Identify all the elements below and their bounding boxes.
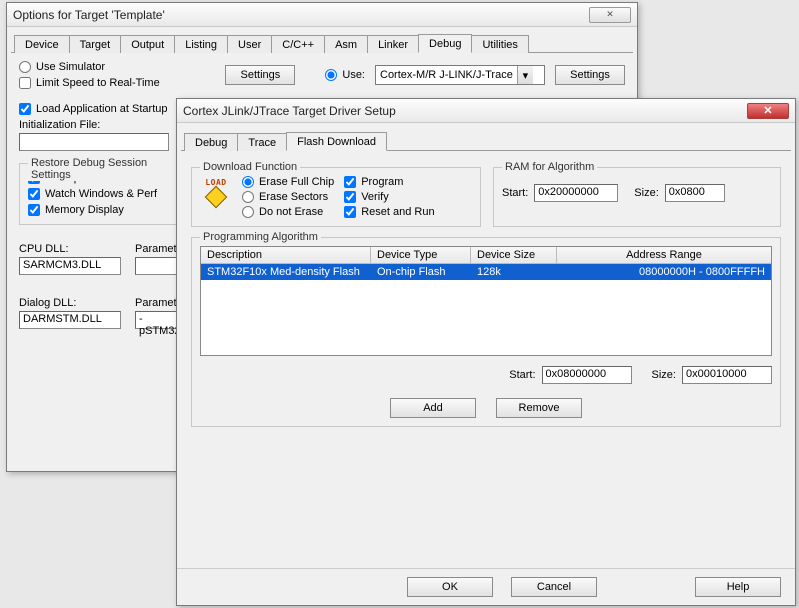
cpu-dll-label: CPU DLL:	[19, 243, 121, 255]
program-check[interactable]: Program	[344, 176, 434, 188]
options-titlebar: Options for Target 'Template' ✕	[7, 3, 637, 27]
program-label: Program	[361, 176, 403, 188]
use-simulator-radio[interactable]: Use Simulator	[19, 61, 215, 73]
init-file-input[interactable]	[19, 133, 169, 151]
prog-start-input[interactable]: 0x08000000	[542, 366, 632, 384]
ram-size-value: 0x0800	[669, 186, 705, 198]
prog-start-value: 0x08000000	[546, 368, 607, 380]
erase-full-radio[interactable]: Erase Full Chip	[242, 176, 334, 188]
col-addrrange[interactable]: Address Range	[557, 247, 771, 263]
download-function-label: Download Function	[200, 161, 300, 173]
ram-group: RAM for Algorithm Start: 0x20000000 Size…	[493, 167, 781, 227]
use-label: Use:	[342, 69, 365, 81]
cell-description: STM32F10x Med-density Flash	[201, 264, 371, 280]
do-not-erase-radio[interactable]: Do not Erase	[242, 206, 334, 218]
ram-size-label: Size:	[634, 187, 658, 199]
col-devtype[interactable]: Device Type	[371, 247, 471, 263]
options-close-button[interactable]: ✕	[589, 7, 631, 23]
tab-ccpp[interactable]: C/C++	[271, 35, 325, 53]
dialog-dll-value: DARMSTM.DLL	[23, 313, 102, 325]
tab-target[interactable]: Target	[69, 35, 122, 53]
prog-size-value: 0x00010000	[686, 368, 747, 380]
restore-group: Restore Debug Session Settings Breakpoin…	[19, 163, 179, 225]
jtab-trace[interactable]: Trace	[237, 133, 287, 151]
tab-output[interactable]: Output	[120, 35, 175, 53]
remove-button[interactable]: Remove	[496, 398, 582, 418]
help-button[interactable]: Help	[695, 577, 781, 597]
limit-speed-label: Limit Speed to Real-Time	[36, 77, 160, 89]
dialog-dll-input[interactable]: DARMSTM.DLL	[19, 311, 121, 329]
reset-run-label: Reset and Run	[361, 206, 434, 218]
jtab-debug[interactable]: Debug	[184, 133, 238, 151]
sim-settings-button[interactable]: Settings	[225, 65, 295, 85]
do-not-erase-label: Do not Erase	[259, 206, 323, 218]
cpu-dll-value: SARMCM3.DLL	[23, 259, 101, 271]
memory-display-label: Memory Display	[45, 204, 124, 216]
cancel-button[interactable]: Cancel	[511, 577, 597, 597]
tab-user[interactable]: User	[227, 35, 272, 53]
prog-label: Programming Algorithm	[200, 231, 321, 243]
col-description[interactable]: Description	[201, 247, 371, 263]
jlink-titlebar: Cortex JLink/JTrace Target Driver Setup …	[177, 99, 795, 123]
tab-device[interactable]: Device	[14, 35, 70, 53]
erase-sectors-label: Erase Sectors	[259, 191, 328, 203]
target-driver-value: Cortex-M/R J-LINK/J-Trace	[376, 69, 517, 81]
limit-speed-check[interactable]: Limit Speed to Real-Time	[19, 77, 215, 89]
ok-button[interactable]: OK	[407, 577, 493, 597]
tab-asm[interactable]: Asm	[324, 35, 368, 53]
tab-debug[interactable]: Debug	[418, 34, 472, 53]
watch-windows-label: Watch Windows & Perf	[45, 188, 157, 200]
load-application-label: Load Application at Startup	[36, 103, 167, 115]
options-title: Options for Target 'Template'	[13, 8, 165, 22]
target-driver-combo[interactable]: Cortex-M/R J-LINK/J-Trace ▾	[375, 65, 545, 85]
memory-display-check[interactable]: Memory Display	[28, 204, 170, 216]
cpu-dll-input[interactable]: SARMCM3.DLL	[19, 257, 121, 275]
verify-label: Verify	[361, 191, 389, 203]
verify-check[interactable]: Verify	[344, 191, 434, 203]
cell-addrrange: 08000000H - 0800FFFFH	[557, 264, 771, 280]
restore-group-label: Restore Debug Session Settings	[28, 157, 178, 181]
target-settings-button[interactable]: Settings	[555, 65, 625, 85]
prog-start-label: Start:	[509, 369, 535, 381]
jlink-title: Cortex JLink/JTrace Target Driver Setup	[183, 104, 396, 118]
jlink-tabs: Debug Trace Flash Download	[181, 129, 791, 151]
cell-devsize: 128k	[471, 264, 557, 280]
watch-windows-check[interactable]: Watch Windows & Perf	[28, 188, 170, 200]
chevron-down-icon: ▾	[517, 66, 533, 84]
tab-utilities[interactable]: Utilities	[471, 35, 528, 53]
reset-run-check[interactable]: Reset and Run	[344, 206, 434, 218]
prog-size-input[interactable]: 0x00010000	[682, 366, 772, 384]
prog-table[interactable]: Description Device Type Device Size Addr…	[200, 246, 772, 356]
table-row[interactable]: STM32F10x Med-density Flash On-chip Flas…	[201, 264, 771, 280]
prog-table-header: Description Device Type Device Size Addr…	[201, 247, 771, 264]
ram-label: RAM for Algorithm	[502, 161, 597, 173]
jtab-flashdownload[interactable]: Flash Download	[286, 132, 387, 151]
tab-listing[interactable]: Listing	[174, 35, 228, 53]
erase-full-label: Erase Full Chip	[259, 176, 334, 188]
ram-start-value: 0x20000000	[538, 186, 599, 198]
erase-sectors-radio[interactable]: Erase Sectors	[242, 191, 334, 203]
use-simulator-label: Use Simulator	[36, 61, 105, 73]
tab-linker[interactable]: Linker	[367, 35, 419, 53]
ram-size-input[interactable]: 0x0800	[665, 184, 725, 202]
ram-start-label: Start:	[502, 187, 528, 199]
jlink-body: Download Function LOAD Erase Full Chip E…	[177, 151, 795, 437]
prog-size-label: Size:	[652, 369, 676, 381]
prog-group: Programming Algorithm Description Device…	[191, 237, 781, 427]
load-icon: LOAD	[200, 176, 232, 206]
add-button[interactable]: Add	[390, 398, 476, 418]
ram-start-input[interactable]: 0x20000000	[534, 184, 618, 202]
options-tabs: Device Target Output Listing User C/C++ …	[11, 31, 633, 53]
cell-devtype: On-chip Flash	[371, 264, 471, 280]
use-target-radio[interactable]: Use:	[325, 69, 365, 81]
col-devsize[interactable]: Device Size	[471, 247, 557, 263]
download-function-group: Download Function LOAD Erase Full Chip E…	[191, 167, 481, 227]
dialog-dll-label: Dialog DLL:	[19, 297, 121, 309]
jlink-close-button[interactable]: ✕	[747, 103, 789, 119]
jlink-dialog: Cortex JLink/JTrace Target Driver Setup …	[176, 98, 796, 606]
